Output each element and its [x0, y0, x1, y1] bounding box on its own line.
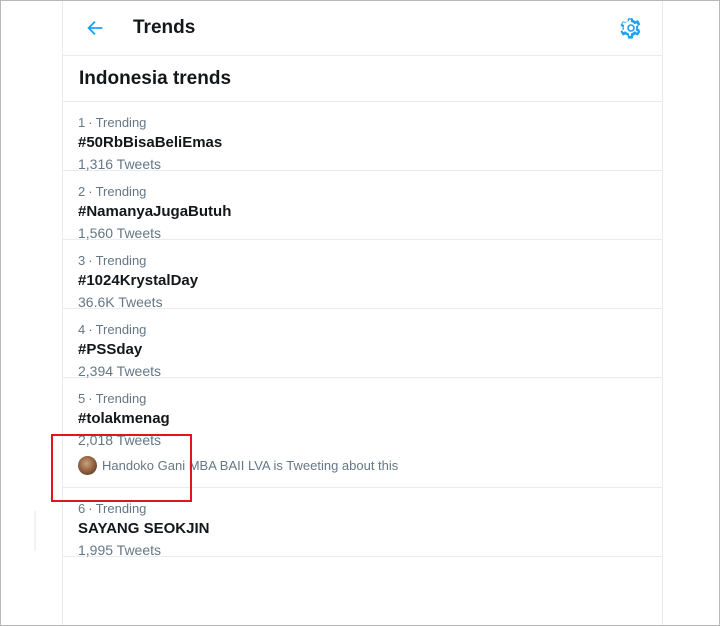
- trend-context-text: Handoko Gani MBA BAII LVA is Tweeting ab…: [102, 458, 399, 473]
- trend-rank: 5: [78, 391, 86, 406]
- trend-rank: 1: [78, 115, 86, 130]
- trend-item[interactable]: 1 · Trending #50RbBisaBeliEmas 1,316 Tweet…: [63, 102, 662, 172]
- arrow-left-icon: [87, 20, 103, 36]
- trend-item[interactable]: 4 · Trending #PSSday 2,394 Tweets: [63, 309, 662, 379]
- trend-item[interactable]: 3 · Trending #1024KrystalDay 36.6K Tweets: [63, 240, 662, 310]
- trend-meta: 3 · Trending: [78, 253, 647, 269]
- avatar: [78, 456, 97, 475]
- trend-context: Handoko Gani MBA BAII LVA is Tweeting ab…: [78, 456, 647, 475]
- trend-label: Trending: [95, 115, 147, 130]
- section-heading: Indonesia trends: [63, 56, 662, 102]
- trend-tweet-count: 1,995 Tweets: [78, 542, 162, 558]
- trend-name: #1024KrystalDay: [78, 272, 199, 289]
- trend-item[interactable]: 2 · Trending #NamanyaJugaButuh 1,560 Tweet…: [63, 171, 662, 241]
- trend-tweet-count: 2,018 Tweets: [78, 432, 162, 448]
- window-frame: Trends Indonesia trends 1 · Trending #50Rb…: [0, 0, 720, 626]
- gear-icon: [620, 18, 641, 39]
- trend-name: #tolakmenag: [78, 410, 170, 427]
- trend-label: Trending: [95, 184, 147, 199]
- trends-column: Trends Indonesia trends 1 · Trending #50Rb…: [62, 1, 663, 625]
- meta-separator: ·: [88, 115, 93, 130]
- trend-rank: 4: [78, 322, 86, 337]
- meta-separator: ·: [88, 391, 93, 406]
- trend-item[interactable]: 6 · Trending SAYANG SEOKJIN 1,995 Tweets: [63, 488, 662, 558]
- trend-label: Trending: [95, 322, 147, 337]
- scroll-edge-mark: [34, 511, 36, 551]
- settings-button[interactable]: [619, 16, 643, 40]
- back-button[interactable]: [83, 16, 107, 40]
- trend-label: Trending: [95, 501, 147, 516]
- meta-separator: ·: [88, 253, 93, 268]
- trend-name: SAYANG SEOKJIN: [78, 520, 210, 537]
- trend-label: Trending: [95, 253, 147, 268]
- trend-meta: 6 · Trending: [78, 501, 647, 517]
- trend-meta: 1 · Trending: [78, 115, 647, 131]
- top-bar: Trends: [63, 1, 662, 56]
- meta-separator: ·: [88, 184, 93, 199]
- meta-separator: ·: [88, 322, 93, 337]
- page-title: Trends: [133, 17, 196, 38]
- trend-name: #50RbBisaBeliEmas: [78, 134, 223, 151]
- trend-name: #PSSday: [78, 341, 143, 358]
- trend-item[interactable]: 5 · Trending #tolakmenag 2,018 Tweets Hand…: [63, 378, 662, 488]
- trend-label: Trending: [95, 391, 147, 406]
- trend-rank: 6: [78, 501, 86, 516]
- meta-separator: ·: [88, 501, 93, 516]
- trend-name: #NamanyaJugaButuh: [78, 203, 232, 220]
- trend-meta: 5 · Trending: [78, 391, 647, 407]
- trend-rank: 2: [78, 184, 86, 199]
- trend-meta: 4 · Trending: [78, 322, 647, 338]
- trend-rank: 3: [78, 253, 86, 268]
- trend-meta: 2 · Trending: [78, 184, 647, 200]
